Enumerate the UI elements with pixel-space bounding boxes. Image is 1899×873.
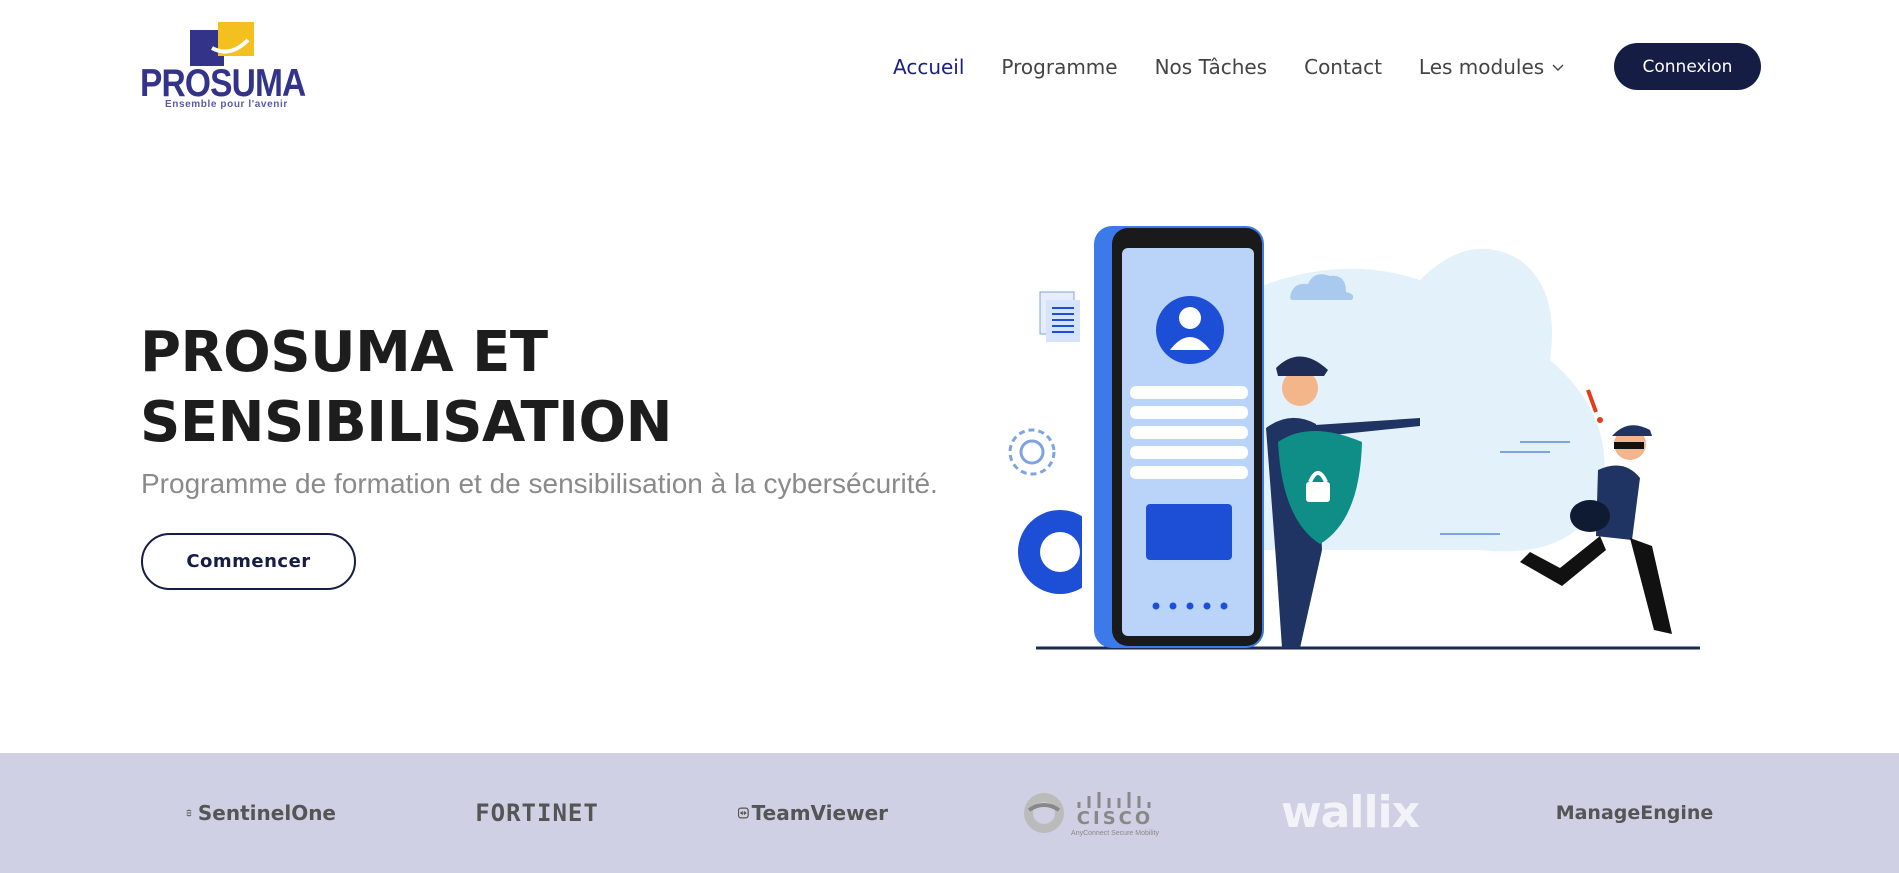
logo-tagline: Ensemble pour l'avenir — [165, 99, 288, 110]
sentinelone-logo-icon — [186, 809, 192, 817]
partner-caption: AnyConnect Secure Mobility — [1071, 829, 1159, 837]
nav-item-label: Programme — [1001, 55, 1118, 79]
nav-item-label: Les modules — [1418, 55, 1545, 79]
nav-item-label: Accueil — [893, 55, 965, 79]
nav-item-label: Contact — [1304, 55, 1382, 79]
partner-name: TeamViewer — [751, 801, 888, 825]
hero-title: PROSUMA ET SENSIBILISATION — [140, 320, 673, 455]
chevron-down-icon — [1552, 64, 1564, 71]
start-button[interactable]: Commencer — [141, 533, 356, 590]
main-nav: Accueil Programme Nos Tâches Contact Les… — [893, 52, 1601, 82]
partner-logos-band: SentinelOne FORTINET TeamViewer CISCO An… — [0, 753, 1899, 873]
partner-name: ManageEngine — [1555, 801, 1714, 824]
cisco-bars-icon — [1077, 791, 1151, 808]
partner-name: SentinelOne — [197, 801, 336, 825]
nav-item-programme[interactable]: Programme — [1001, 55, 1117, 79]
nav-item-accueil[interactable]: Accueil — [893, 55, 964, 79]
site-header: PROSUMA Ensemble pour l'avenir Accueil P… — [0, 0, 1899, 132]
partner-wallix[interactable]: wallix — [1275, 753, 1425, 873]
nav-item-contact[interactable]: Contact — [1304, 55, 1382, 79]
partner-name: FORTINET — [475, 799, 599, 827]
partner-cisco[interactable]: CISCO AnyConnect Secure Mobility — [1014, 753, 1164, 873]
partner-manageengine[interactable]: ManageEngine — [1556, 753, 1714, 873]
prosuma-logo[interactable]: PROSUMA Ensemble pour l'avenir — [140, 20, 306, 112]
nav-item-les-modules[interactable]: Les modules — [1419, 55, 1564, 79]
logo-wordmark: PROSUMA — [140, 62, 306, 105]
cybersecurity-illustration — [1008, 226, 1700, 650]
partner-fortinet[interactable]: FORTINET — [462, 753, 612, 873]
teamviewer-logo-icon — [738, 807, 749, 819]
partner-teamviewer[interactable]: TeamViewer — [738, 753, 888, 873]
partner-sentinelone[interactable]: SentinelOne — [186, 753, 336, 873]
partner-name: wallix — [1281, 787, 1420, 838]
cisco-logo-icon — [1024, 793, 1065, 833]
hero-subtitle: Programme de formation et de sensibilisa… — [141, 468, 938, 499]
nav-item-label: Nos Tâches — [1154, 55, 1268, 79]
nav-item-nos-taches[interactable]: Nos Tâches — [1155, 55, 1268, 79]
login-button[interactable]: Connexion — [1614, 43, 1761, 90]
prosuma-logo-mark-icon — [190, 22, 254, 66]
partner-name: CISCO — [1076, 807, 1154, 829]
